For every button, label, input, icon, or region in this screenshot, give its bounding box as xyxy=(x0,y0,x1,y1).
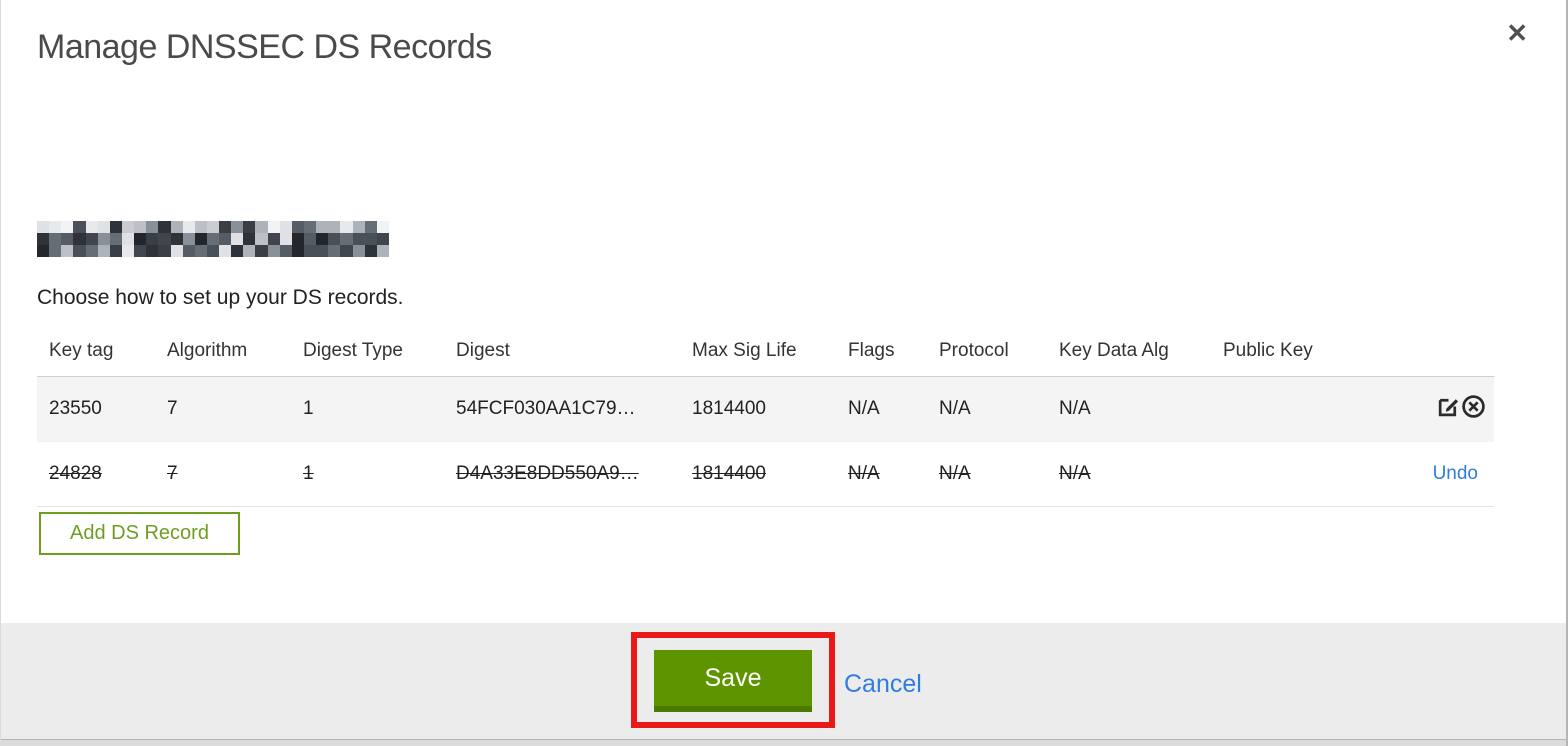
row-actions xyxy=(1384,376,1494,442)
cell-flags: N/A xyxy=(836,441,927,507)
cell-algorithm: 7 xyxy=(155,441,291,507)
ds-records-table: Key tag Algorithm Digest Type Digest Max… xyxy=(37,330,1494,507)
cell-digest-type: 1 xyxy=(291,441,444,507)
cell-digest-type: 1 xyxy=(291,376,444,442)
save-button[interactable]: Save xyxy=(654,650,812,712)
cell-public-key xyxy=(1211,376,1384,442)
instruction-text: Choose how to set up your DS records. xyxy=(37,286,404,309)
cell-digest: D4A33E8DD550A9… xyxy=(444,441,680,507)
cell-protocol: N/A xyxy=(927,441,1047,507)
cell-key-data-alg: N/A xyxy=(1047,376,1211,442)
undo-link[interactable]: Undo xyxy=(1433,463,1486,484)
dialog-footer: Save Cancel xyxy=(1,623,1566,739)
dnssec-dialog: Manage DNSSEC DS Records ✕ Choose how to… xyxy=(0,0,1568,746)
col-actions xyxy=(1384,330,1494,377)
col-digest-type: Digest Type xyxy=(291,330,444,377)
col-key-tag: Key tag xyxy=(37,330,155,377)
edit-icon[interactable] xyxy=(1436,394,1461,425)
cell-digest: 54FCF030AA1C79… xyxy=(444,376,680,442)
row-actions: Undo xyxy=(1384,441,1494,507)
col-key-data-alg: Key Data Alg xyxy=(1047,330,1211,377)
page-edge-divider xyxy=(1,739,1566,746)
cell-public-key xyxy=(1211,441,1384,507)
col-algorithm: Algorithm xyxy=(155,330,291,377)
cell-flags: N/A xyxy=(836,376,927,442)
table-header-row: Key tag Algorithm Digest Type Digest Max… xyxy=(37,330,1494,377)
col-public-key: Public Key xyxy=(1211,330,1384,377)
redacted-domain-name xyxy=(37,221,389,257)
col-max-sig-life: Max Sig Life xyxy=(680,330,836,377)
close-icon[interactable]: ✕ xyxy=(1506,20,1528,46)
table-row: 23550 7 1 54FCF030AA1C79… 1814400 N/A N/… xyxy=(37,376,1494,442)
add-ds-record-button[interactable]: Add DS Record xyxy=(39,512,240,555)
cell-max-sig-life: 1814400 xyxy=(680,441,836,507)
col-protocol: Protocol xyxy=(927,330,1047,377)
col-flags: Flags xyxy=(836,330,927,377)
annotation-red-box: Save xyxy=(631,632,835,728)
cell-key-tag: 24828 xyxy=(37,441,155,507)
remove-circle-icon[interactable] xyxy=(1461,394,1486,425)
cell-max-sig-life: 1814400 xyxy=(680,376,836,442)
cell-algorithm: 7 xyxy=(155,376,291,442)
cell-protocol: N/A xyxy=(927,376,1047,442)
col-digest: Digest xyxy=(444,330,680,377)
cell-key-tag: 23550 xyxy=(37,376,155,442)
cell-key-data-alg: N/A xyxy=(1047,441,1211,507)
table-row-deleted: 24828 7 1 D4A33E8DD550A9… 1814400 N/A N/… xyxy=(37,441,1494,507)
cancel-link[interactable]: Cancel xyxy=(844,670,922,699)
page-title: Manage DNSSEC DS Records xyxy=(37,28,492,66)
